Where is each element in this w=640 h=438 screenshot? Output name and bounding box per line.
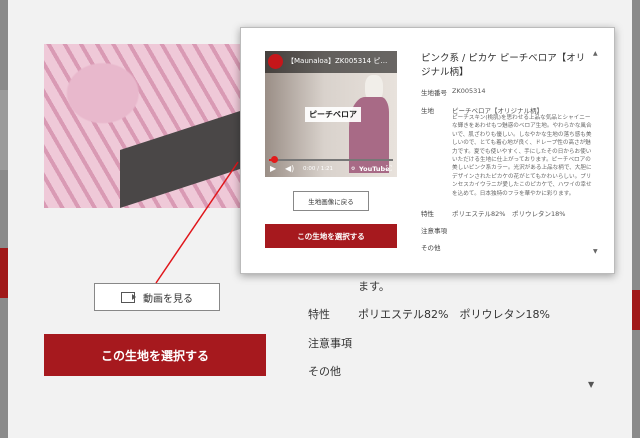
fabric-description: ピーチスキン(桃肌)を思わせる上品な気品とシャイニーな輝きをあわせもつ魅惑のベロ…	[452, 115, 592, 197]
background-spec-label-0: 特性	[308, 308, 330, 321]
watch-video-label: 動画を見る	[143, 293, 193, 305]
background-scroll-down-icon[interactable]: ▼	[588, 380, 594, 389]
field-label-notes: 注意事項	[421, 227, 447, 235]
background-left-strip	[0, 90, 8, 170]
video-time: 0:00 / 1:21	[303, 166, 334, 172]
video-camera-icon	[121, 291, 136, 303]
field-label-other: その他	[421, 244, 441, 252]
modal-scroll-up-icon[interactable]: ▲	[593, 50, 598, 57]
background-spec-value-0: ポリエステル82% ポリウレタン18%	[358, 308, 550, 321]
background-desc-tail: ます。	[358, 280, 390, 293]
video-progress-handle[interactable]	[270, 156, 278, 163]
video-overlay-label: ピーチベロア	[305, 107, 361, 122]
field-label-properties: 特性	[421, 210, 434, 218]
background-spec-label-1: 注意事項	[308, 337, 352, 350]
fullscreen-icon[interactable]: ⛶	[386, 164, 392, 174]
video-title[interactable]: 【Maunaloa】ZK005314 ピ…	[287, 56, 395, 66]
channel-logo-icon[interactable]	[268, 54, 283, 69]
back-to-fabric-image-button[interactable]: 生地画像に戻る	[293, 191, 369, 211]
watch-video-button[interactable]: 動画を見る	[94, 283, 220, 311]
video-progress-bar[interactable]	[269, 156, 393, 163]
select-fabric-button[interactable]: この生地を選択する	[44, 334, 266, 376]
modal-select-fabric-button[interactable]: この生地を選択する	[265, 224, 397, 248]
video-controls: ▶ ◀) 0:00 / 1:21 ⚙ YouTube ⛶	[265, 163, 397, 177]
video-modal: 【Maunaloa】ZK005314 ピ… ピーチベロア ▶ ◀) 0:00 /…	[240, 27, 615, 274]
volume-icon[interactable]: ◀)	[285, 165, 294, 173]
play-icon[interactable]: ▶	[270, 165, 276, 173]
background-right-red-tab	[632, 290, 640, 330]
modal-fabric-title: ピンク系 / ピカケ ピーチベロア【オリジナル柄】	[421, 53, 586, 78]
field-label-fabric-number: 生地番号	[421, 89, 447, 97]
background-spec-label-2: その他	[308, 365, 341, 378]
field-value-fabric-number: ZK005314	[452, 87, 486, 95]
video-player[interactable]: 【Maunaloa】ZK005314 ピ… ピーチベロア ▶ ◀) 0:00 /…	[265, 51, 397, 177]
field-value-properties: ポリエステル82% ポリウレタン18%	[452, 210, 566, 218]
modal-scroll-down-icon[interactable]: ▼	[593, 248, 598, 255]
settings-icon[interactable]: ⚙	[351, 166, 355, 172]
background-left-red-tab	[0, 248, 8, 298]
field-label-fabric: 生地	[421, 107, 434, 115]
